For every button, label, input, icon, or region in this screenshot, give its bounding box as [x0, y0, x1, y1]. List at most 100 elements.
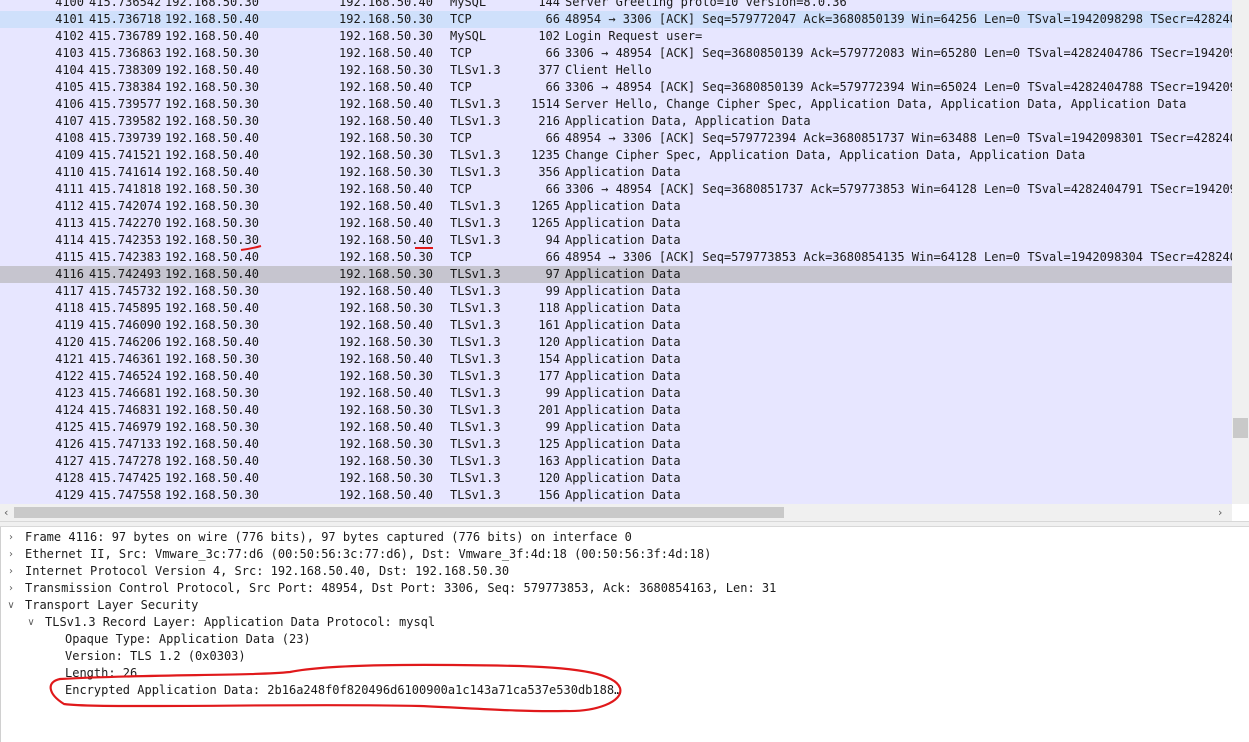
packet-row[interactable]: 4105 415.738384 192.168.50.30 192.168.50.40… — [0, 79, 1232, 96]
packet-info: Application Data — [565, 165, 681, 179]
packet-row[interactable]: 4128 415.747425 192.168.50.40 192.168.50.30… — [0, 470, 1232, 487]
packet-row[interactable]: 4112 415.742074 192.168.50.30 192.168.50.40… — [0, 198, 1232, 215]
packet-row[interactable]: 4126 415.747133 192.168.50.40 192.168.50.30… — [0, 436, 1232, 453]
detail-tree-item[interactable]: Opaque Type: Application Data (23) — [65, 631, 311, 648]
packet-row[interactable]: 4104 415.738309 192.168.50.40 192.168.50.30… — [0, 62, 1232, 79]
packet-protocol: MySQL — [450, 0, 487, 9]
packet-row[interactable]: 4123 415.746681 192.168.50.30 192.168.50.40… — [0, 385, 1232, 402]
packet-protocol: TLSv1.3 — [450, 403, 501, 417]
packet-source: 192.168.50.40 — [165, 454, 259, 468]
packet-protocol: TLSv1.3 — [450, 301, 501, 315]
detail-tree-item[interactable]: Ethernet II, Src: Vmware_3c:77:d6 (00:50… — [25, 546, 711, 563]
packet-row[interactable]: 4107 415.739582 192.168.50.30 192.168.50.40… — [0, 113, 1232, 130]
chevron-right-icon[interactable]: › — [6, 580, 16, 597]
packet-info: Application Data — [565, 488, 681, 502]
packet-protocol: TLSv1.3 — [450, 369, 501, 383]
packet-time: 415.736542 — [89, 0, 162, 9]
packet-length: 177 — [538, 369, 560, 383]
packet-info: Login Request user= — [565, 29, 703, 43]
scroll-left-icon[interactable]: ‹ — [4, 504, 8, 521]
packet-info: Application Data — [565, 301, 681, 315]
packet-row[interactable]: 4119 415.746090 192.168.50.30 192.168.50.40… — [0, 317, 1232, 334]
packet-number: 4120 — [55, 335, 84, 349]
detail-tree-item[interactable]: Transport Layer Security — [25, 597, 198, 614]
packet-length: 120 — [538, 335, 560, 349]
packet-source: 192.168.50.30 — [165, 199, 259, 213]
packet-row[interactable]: 4113 415.742270 192.168.50.30 192.168.50.40… — [0, 215, 1232, 232]
detail-tree-item[interactable]: Internet Protocol Version 4, Src: 192.16… — [25, 563, 509, 580]
chevron-right-icon[interactable]: › — [6, 546, 16, 563]
packet-length: 1265 — [531, 216, 560, 230]
packet-details-tree[interactable]: › Frame 4116: 97 bytes on wire (776 bits)… — [0, 527, 1249, 742]
packet-row[interactable]: 4122 415.746524 192.168.50.40 192.168.50.30… — [0, 368, 1232, 385]
detail-tree-item[interactable]: Transmission Control Protocol, Src Port:… — [25, 580, 776, 597]
packet-protocol: TLSv1.3 — [450, 335, 501, 349]
packet-number: 4113 — [55, 216, 84, 230]
packet-row[interactable]: 4116 415.742493 192.168.50.40 192.168.50.30… — [0, 266, 1232, 283]
packet-destination: 192.168.50.40 — [339, 488, 433, 502]
packet-row[interactable]: 4115 415.742383 192.168.50.40 192.168.50.30… — [0, 249, 1232, 266]
packet-row[interactable]: 4114 415.742353 192.168.50.30 192.168.50.40… — [0, 232, 1232, 249]
chevron-down-icon[interactable]: ∨ — [6, 597, 16, 614]
packet-destination: 192.168.50.30 — [339, 471, 433, 485]
packet-row[interactable]: 4125 415.746979 192.168.50.30 192.168.50.40… — [0, 419, 1232, 436]
packet-destination: 192.168.50.30 — [339, 369, 433, 383]
packet-number: 4114 — [55, 233, 84, 247]
packet-row[interactable]: 4111 415.741818 192.168.50.30 192.168.50.40… — [0, 181, 1232, 198]
packet-row[interactable]: 4129 415.747558 192.168.50.30 192.168.50.40… — [0, 487, 1232, 504]
packet-row[interactable]: 4106 415.739577 192.168.50.30 192.168.50.40… — [0, 96, 1232, 113]
packet-row[interactable]: 4100 415.736542 192.168.50.30 192.168.50.40… — [0, 0, 1232, 11]
packet-destination: 192.168.50.30 — [339, 165, 433, 179]
packet-protocol: TCP — [450, 250, 472, 264]
detail-tree-item[interactable]: TLSv1.3 Record Layer: Application Data P… — [45, 614, 435, 631]
packet-row[interactable]: 4108 415.739739 192.168.50.40 192.168.50.30… — [0, 130, 1232, 147]
detail-tree-item[interactable]: Frame 4116: 97 bytes on wire (776 bits),… — [25, 529, 632, 546]
packet-row[interactable]: 4118 415.745895 192.168.50.40 192.168.50.30… — [0, 300, 1232, 317]
packet-destination: 192.168.50.30 — [339, 437, 433, 451]
packet-destination: 192.168.50.40 — [339, 386, 433, 400]
packet-time: 415.747133 — [89, 437, 162, 451]
packet-info: 48954 → 3306 [ACK] Seq=579772394 Ack=368… — [565, 131, 1232, 145]
packet-info: Change Cipher Spec, Application Data, Ap… — [565, 148, 1086, 162]
packet-length: 1514 — [531, 97, 560, 111]
packet-destination: 192.168.50.40 — [339, 352, 433, 366]
packet-protocol: TLSv1.3 — [450, 165, 501, 179]
detail-tree-item[interactable]: Version: TLS 1.2 (0x0303) — [65, 648, 246, 665]
packet-length: 66 — [545, 131, 560, 145]
packet-row[interactable]: 4127 415.747278 192.168.50.40 192.168.50.30… — [0, 453, 1232, 470]
packet-row[interactable]: 4110 415.741614 192.168.50.40 192.168.50.30… — [0, 164, 1232, 181]
chevron-down-icon[interactable]: ∨ — [26, 614, 36, 631]
scroll-right-icon[interactable]: › — [1218, 504, 1222, 521]
packet-row[interactable]: 4124 415.746831 192.168.50.40 192.168.50.30… — [0, 402, 1232, 419]
packet-rows: 4100 415.736542 192.168.50.30 192.168.50.40… — [0, 0, 1232, 504]
packet-number: 4123 — [55, 386, 84, 400]
packet-info: Application Data — [565, 233, 681, 247]
packet-row[interactable]: 4103 415.736863 192.168.50.30 192.168.50.40… — [0, 45, 1232, 62]
packet-number: 4127 — [55, 454, 84, 468]
packet-source: 192.168.50.40 — [165, 369, 259, 383]
chevron-right-icon[interactable]: › — [6, 529, 16, 546]
chevron-right-icon[interactable]: › — [6, 563, 16, 580]
detail-tree-item[interactable]: Length: 26 — [65, 665, 137, 682]
packet-time: 415.736789 — [89, 29, 162, 43]
packet-row[interactable]: 4109 415.741521 192.168.50.40 192.168.50.30… — [0, 147, 1232, 164]
packet-destination: 192.168.50.30 — [339, 12, 433, 26]
detail-tree-item[interactable]: Encrypted Application Data: 2b16a248f0f8… — [65, 682, 621, 699]
packet-length: 161 — [538, 318, 560, 332]
horizontal-scrollbar-thumb[interactable] — [14, 507, 784, 518]
packet-row[interactable]: 4120 415.746206 192.168.50.40 192.168.50.30… — [0, 334, 1232, 351]
vertical-scrollbar-thumb[interactable] — [1233, 418, 1248, 438]
packet-destination: 192.168.50.30 — [339, 301, 433, 315]
packet-source: 192.168.50.30 — [165, 80, 259, 94]
packet-row[interactable]: 4102 415.736789 192.168.50.40 192.168.50.30… — [0, 28, 1232, 45]
packet-number: 4100 — [55, 0, 84, 9]
packet-number: 4128 — [55, 471, 84, 485]
packet-protocol: TLSv1.3 — [450, 233, 501, 247]
packet-row[interactable]: 4101 415.736718 192.168.50.40 192.168.50.30… — [0, 11, 1232, 28]
packet-list[interactable]: 4100 415.736542 192.168.50.30 192.168.50.40… — [0, 0, 1249, 521]
packet-source: 192.168.50.40 — [165, 437, 259, 451]
packet-row[interactable]: 4121 415.746361 192.168.50.30 192.168.50.40… — [0, 351, 1232, 368]
packet-row[interactable]: 4117 415.745732 192.168.50.30 192.168.50.40… — [0, 283, 1232, 300]
packet-length: 99 — [545, 284, 560, 298]
packet-info: Application Data — [565, 437, 681, 451]
